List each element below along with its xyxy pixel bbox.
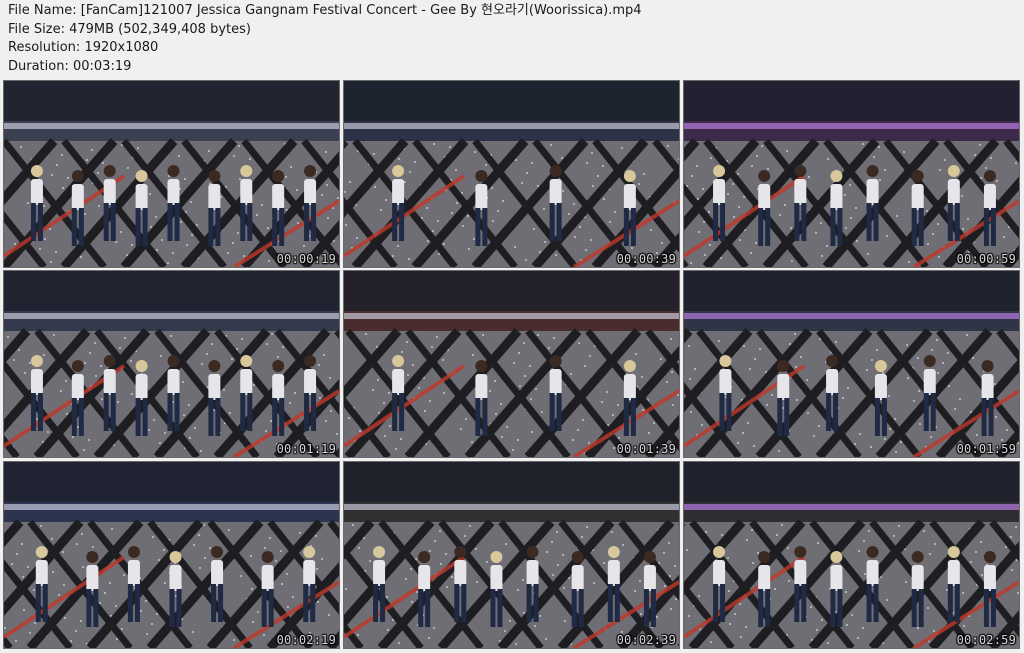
video-thumbnail[interactable]: 00:02:19 [4,462,339,648]
thumbnail-timestamp: 00:00:59 [956,252,1016,266]
thumbnail-timestamp: 00:02:59 [956,633,1016,647]
stage-scene-image [344,271,679,457]
thumbnail-timestamp: 00:01:59 [956,442,1016,456]
video-thumbnail[interactable]: 00:01:19 [4,271,339,457]
video-thumbnail[interactable]: 00:00:39 [344,81,679,267]
thumbnail-timestamp: 00:02:39 [616,633,676,647]
stage-scene-image [4,271,339,457]
video-thumbnail[interactable]: 00:00:19 [4,81,339,267]
stage-scene-image [684,81,1019,267]
video-thumbnail[interactable]: 00:02:39 [344,462,679,648]
thumbnail-timestamp: 00:00:39 [616,252,676,266]
stage-scene-image [344,81,679,267]
thumbnail-timestamp: 00:01:39 [616,442,676,456]
video-thumbnail[interactable]: 00:02:59 [684,462,1019,648]
thumbnail-timestamp: 00:02:19 [276,633,336,647]
stage-scene-image [4,81,339,267]
file-size-line: File Size: 479MB (502,349,408 bytes) [8,21,251,37]
stage-scene-image [4,462,339,648]
video-thumbnail[interactable]: 00:00:59 [684,81,1019,267]
file-name-line: File Name: [FanCam]121007 Jessica Gangna… [8,3,642,18]
resolution-line: Resolution: 1920x1080 [8,40,159,55]
thumbnail-timestamp: 00:01:19 [276,442,336,456]
duration-line: Duration: 00:03:19 [8,58,132,74]
stage-scene-image [684,271,1019,457]
video-thumbnail[interactable]: 00:01:39 [344,271,679,457]
stage-scene-image [344,462,679,648]
stage-scene-image [684,462,1019,648]
video-thumbnail[interactable]: 00:01:59 [684,271,1019,457]
file-info-header: File Name: [FanCam]121007 Jessica Gangna… [8,2,1008,76]
thumbnail-timestamp: 00:00:19 [276,252,336,266]
thumbnail-grid: 00:00:19 00:00:39 00:00:59 00:01:19 00:0… [4,81,1019,649]
